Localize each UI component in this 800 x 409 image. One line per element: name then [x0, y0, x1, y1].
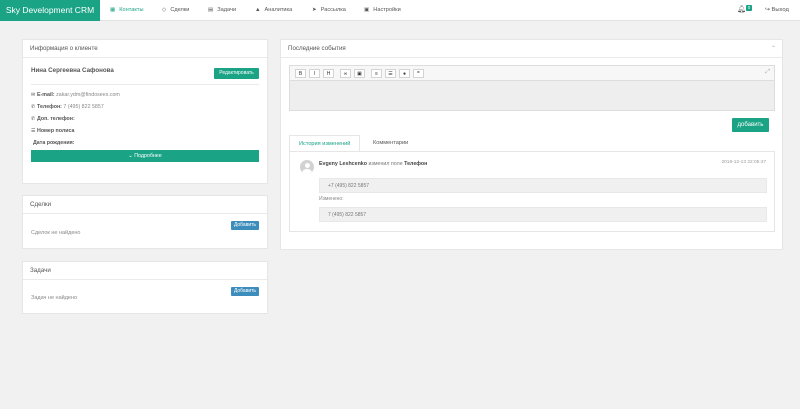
divider [31, 84, 259, 85]
nav-label: Рассылка [320, 7, 346, 13]
nav-item-contacts[interactable]: ▦ Контакты [110, 0, 143, 21]
logout-icon: ↪ [765, 7, 770, 13]
new-value-box: 7 (495) 822 5857 [319, 207, 767, 222]
changed-label: Изменено: [319, 196, 344, 202]
chevron-down-icon: ⌄ [128, 153, 133, 159]
logout-link[interactable]: ↪ Выход [765, 0, 789, 21]
policy-label: Номер полиса [37, 128, 75, 134]
phone-value[interactable]: 7 (495) 822 5857 [63, 104, 103, 110]
email-value[interactable]: zakar.ydm@findoseex.com [56, 92, 120, 98]
nav-item-deals[interactable]: ◇ Сделки [162, 0, 189, 21]
event-description: Evgeny Leshcenko изменил поле Телефон [319, 161, 427, 167]
deals-empty-text: Сделок не найдено [31, 230, 81, 236]
old-value-box: +7 (495) 822 5857 [319, 178, 767, 193]
paper-plane-icon: ➤ [312, 7, 317, 13]
editor-toolbar: B I H ∞ ▣ ≡ ☰ ● ❞ ⤢ [290, 66, 774, 81]
fullscreen-icon[interactable]: ⤢ [765, 69, 770, 76]
panel-title: Последние события [281, 40, 782, 58]
quote-icon[interactable]: ❞ [413, 69, 424, 78]
nav-label: Задачи [217, 7, 237, 13]
italic-icon[interactable]: I [309, 69, 320, 78]
nav-label: Контакты [119, 7, 144, 13]
comment-editor[interactable]: B I H ∞ ▣ ≡ ☰ ● ❞ ⤢ [289, 65, 775, 111]
add-comment-button[interactable]: добавить [732, 118, 769, 132]
client-name: Нина Сергеевна Сафонова [31, 67, 114, 74]
logout-label: Выход [771, 7, 789, 13]
phone-row: ✆ Телефон: 7 (495) 822 5857 [31, 104, 104, 110]
add-task-button[interactable]: Добавить [231, 287, 259, 296]
panel-title: Информация о клиенте [23, 40, 267, 58]
tasks-panel: Задачи Добавить Задач не найдено [22, 261, 268, 314]
client-info-panel: Информация о клиенте Нина Сергеевна Сафо… [22, 39, 268, 184]
bullet-list-icon[interactable]: ≡ [371, 69, 382, 78]
recent-events-panel: Последние события ⌃ B I H ∞ ▣ ≡ ☰ ● ❞ ⤢ … [280, 39, 783, 250]
image-icon[interactable]: ▣ [354, 69, 365, 78]
top-navbar: Sky Development CRM ▦ Контакты ◇ Сделки ▤ З… [0, 0, 800, 21]
history-tab-content: Evgeny Leshcenko изменил поле Телефон 20… [289, 151, 775, 232]
details-button[interactable]: ⌄ Подробнее [31, 150, 259, 162]
edit-button[interactable]: Редактировать [214, 68, 259, 79]
bell-icon[interactable]: 🔔︎ [737, 5, 746, 13]
details-label: Подробнее [134, 153, 162, 159]
bold-icon[interactable]: B [295, 69, 306, 78]
tab-comments[interactable]: Комментарии [364, 135, 417, 152]
birth-label: Дата рождения: [33, 140, 75, 146]
panel-title: Сделки [23, 196, 267, 214]
nav-item-analytics[interactable]: ▲ Аналитика [255, 0, 292, 21]
chevron-up-icon[interactable]: ⌃ [771, 45, 776, 52]
chart-icon: ▲ [255, 7, 261, 13]
alt-phone-row: ✆ Доп. телефон: [31, 116, 75, 122]
panel-title: Задачи [23, 262, 267, 280]
link-icon[interactable]: ∞ [340, 69, 351, 78]
numbered-list-icon[interactable]: ☰ [385, 69, 396, 78]
nav-label: Настройки [373, 7, 401, 13]
event-timestamp: 2016-12-13 22:05:47 [721, 160, 766, 165]
settings-icon: ▣ [364, 7, 370, 13]
nav-item-mailing[interactable]: ➤ Рассылка [312, 0, 346, 21]
event-user: Evgeny Leshcenko [319, 161, 367, 167]
grid-icon: ▦ [110, 7, 116, 13]
nav-label: Аналитика [264, 7, 293, 13]
tasks-empty-text: Задач не найдено [31, 295, 78, 301]
diamond-icon: ◇ [162, 7, 167, 13]
phone-label: Телефон: [37, 104, 62, 110]
list-icon: ▤ [208, 7, 214, 13]
user-avatar-icon [300, 160, 314, 174]
add-deal-button[interactable]: Добавить [231, 221, 259, 230]
app-brand[interactable]: Sky Development CRM [0, 0, 100, 21]
deals-panel: Сделки Добавить Сделок не найдено [22, 195, 268, 249]
birth-row: Дата рождения: [33, 140, 75, 146]
event-action: изменил поле [368, 161, 403, 167]
nav-item-tasks[interactable]: ▤ Задачи [208, 0, 236, 21]
code-icon[interactable]: ● [399, 69, 410, 78]
nav-item-settings[interactable]: ▣ Настройки [364, 0, 401, 21]
email-row: ✉ E-mail: zakar.ydm@findoseex.com [31, 92, 120, 98]
policy-row: ☰ Номер полиса [31, 128, 74, 134]
heading-icon[interactable]: H [323, 69, 334, 78]
notification-badge: 0 [746, 5, 752, 11]
event-field: Телефон [404, 161, 428, 167]
email-label: E-mail: [37, 92, 55, 98]
alt-phone-label: Доп. телефон: [37, 116, 75, 122]
nav-label: Сделки [170, 7, 190, 13]
tab-history[interactable]: История изменений [289, 135, 361, 152]
